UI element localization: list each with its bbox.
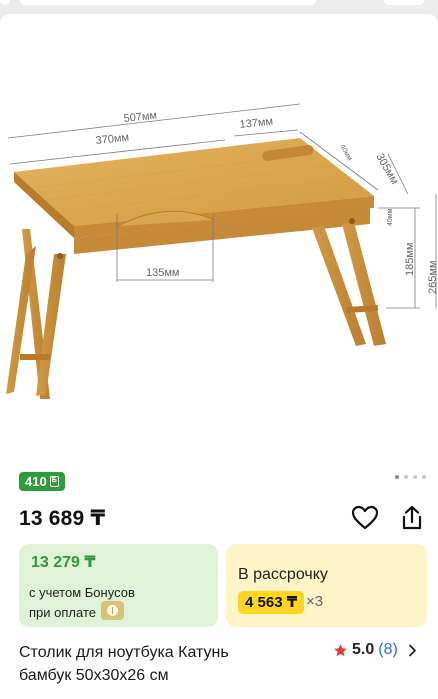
installment-amount: 4 563 ₸ [238,591,305,614]
payment-coin-icon [101,601,124,620]
hinge [57,253,63,259]
dim-handle: 135мм [146,267,179,279]
dim-width-main: 370мм [95,132,130,147]
chevron-right-icon [408,644,416,656]
installment-title: В рассрочку [238,566,328,583]
bonus-offer-text: с учетом Бонусов [29,585,135,600]
heart-icon[interactable] [351,505,379,531]
prev-card-edge [20,0,316,5]
product-page: 507мм 370мм 137мм 40мм 305мм 135мм 40мм … [0,0,438,699]
gallery-indicator [395,475,426,479]
product-title-line: бамбук 50x30x26 см [19,667,169,684]
product-title-line: Столик для ноутбука Катунь [19,644,229,661]
installment-card[interactable]: В рассрочку 4 563 ₸ ×3 [226,544,427,627]
dim-width-slot: 137мм [239,116,274,131]
gallery-dot[interactable] [395,475,399,479]
dim-depth: 305мм [373,152,400,187]
gallery-dot[interactable] [413,475,417,479]
bonus-offer-card[interactable]: 13 279 ₸ с учетом Бонусов при оплате [19,544,218,627]
gallery-dot[interactable] [422,475,426,479]
bonus-badge: 410 Б [19,472,65,491]
dim-leg-height: 185мм [404,243,416,276]
dim-slot-depth: 40мм [338,144,353,163]
bonus-offer-text: при оплате [29,605,96,620]
gallery-dot[interactable] [404,475,408,479]
leg-left-front [6,246,36,394]
leg-brace [20,354,50,360]
dim-width-total: 507мм [123,110,158,125]
rating-value: 5.0 [352,641,375,658]
product-card: 507мм 370мм 137мм 40мм 305мм 135мм 40мм … [0,14,438,699]
installment-multiplier: ×3 [306,593,324,610]
dim-drawer-height: 40мм [387,208,394,226]
rating-link[interactable]: 5.0 (8) [333,641,417,659]
product-image[interactable]: 507мм 370мм 137мм 40мм 305мм 135мм 40мм … [0,14,438,459]
leg-right-front [342,222,386,346]
review-count[interactable]: (8) [378,641,398,659]
star-icon [334,643,347,656]
bonus-offer-price: 13 279 ₸ [31,554,96,571]
share-icon[interactable] [398,504,426,532]
hinge [349,218,355,224]
bonus-badge-value: 410 [25,474,47,489]
dim-total-height: 265мм [427,261,438,294]
product-title: Столик для ноутбука Катунь бамбук 50x30x… [19,641,319,687]
prev-card-edge [0,0,10,5]
bonus-icon: Б [49,476,59,487]
prev-card-edge [384,0,424,5]
product-price: 13 689 ₸ [19,507,106,530]
